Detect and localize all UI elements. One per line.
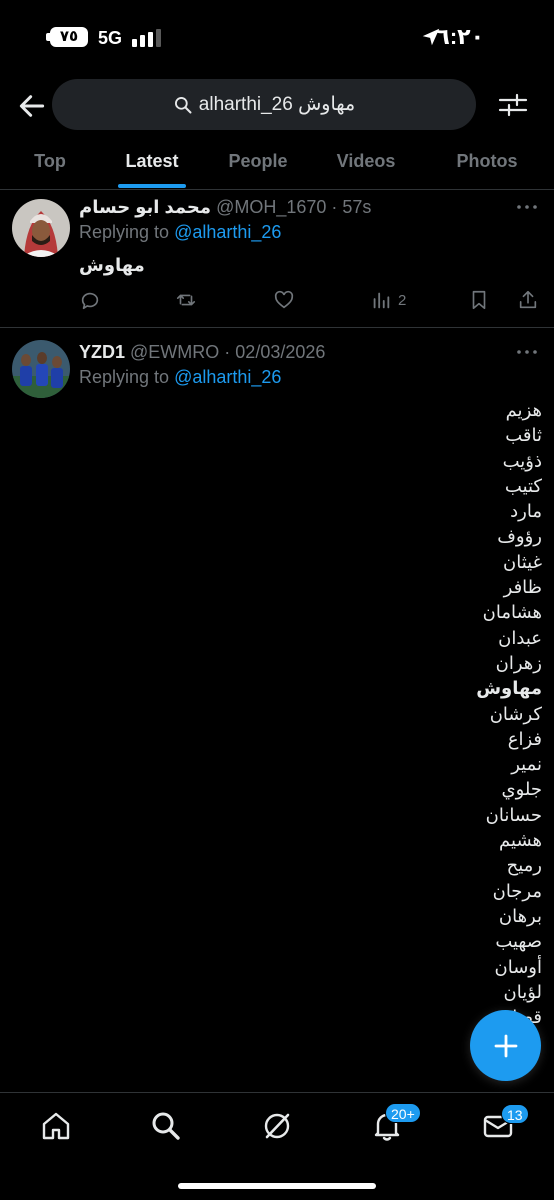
replying-label: Replying to	[79, 367, 175, 387]
clock: ٦:٢٠	[436, 24, 484, 49]
avatar[interactable]	[12, 340, 70, 398]
mention-link[interactable]: @alharthi_26	[174, 222, 281, 242]
list-item: برهان	[498, 905, 542, 926]
list-item: هشامان	[482, 602, 542, 623]
display-name[interactable]: محمد ابو حسام	[79, 197, 211, 217]
list-item: صهيب	[495, 931, 542, 952]
share-button[interactable]	[517, 285, 539, 315]
search-input[interactable]: alharthi_26 مهاوش	[52, 79, 476, 130]
filter-settings-icon[interactable]	[498, 90, 528, 120]
list-item: أوسان	[494, 956, 542, 977]
views-button[interactable]: 2	[370, 285, 406, 315]
bookmark-button[interactable]	[468, 285, 490, 315]
tweet-text-list: هزيم ثاقب ذؤيب كتيب مارد رؤوف غيثان ظافر هشامان ع…	[342, 398, 542, 1056]
list-item: ثاقب	[505, 425, 542, 446]
tab-latest[interactable]: Latest	[102, 138, 202, 190]
reply-icon	[81, 292, 99, 310]
replying-to: Replying to @alharthi_26	[79, 222, 281, 243]
avatar[interactable]	[12, 199, 70, 257]
tweet-header: محمد ابو حسام @MOH_1670 · 57s	[79, 197, 371, 218]
handle[interactable]: @EWMRO	[130, 342, 219, 362]
like-button[interactable]	[273, 285, 295, 315]
notifications-badge: 20+	[385, 1103, 421, 1123]
list-item: كتيب	[504, 475, 542, 496]
timestamp[interactable]: 57s	[342, 197, 371, 217]
separator-dot: ·	[326, 197, 343, 217]
search-query: alharthi_26 مهاوش	[198, 94, 356, 115]
list-item: هشيم	[499, 830, 542, 851]
grok-icon[interactable]	[260, 1109, 294, 1143]
heart-icon	[274, 290, 294, 309]
tweet[interactable]: محمد ابو حسام @MOH_1670 · 57s Replying t…	[0, 191, 554, 328]
list-item: عبدان	[498, 627, 542, 648]
network-type: 5G	[98, 28, 123, 48]
share-icon	[519, 290, 537, 309]
list-item: هزيم	[505, 400, 542, 420]
tweet-header: YZD1 @EWMRO · 02/03/2026	[79, 342, 325, 363]
separator-dot: ·	[219, 342, 236, 362]
explore-search-icon[interactable]	[149, 1109, 183, 1143]
plus-icon	[494, 1034, 517, 1057]
list-item: نمير	[511, 754, 542, 775]
list-item: مارد	[510, 501, 542, 522]
replying-to: Replying to @alharthi_26	[79, 367, 281, 388]
mention-link[interactable]: @alharthi_26	[174, 367, 281, 387]
bookmark-icon	[472, 290, 486, 310]
tweet-text: مهاوش	[79, 255, 145, 275]
home-icon[interactable]	[39, 1109, 73, 1143]
reply-button[interactable]	[79, 285, 101, 315]
more-options-icon[interactable]	[516, 203, 538, 211]
handle[interactable]: @MOH_1670	[216, 197, 326, 217]
back-arrow-icon[interactable]	[16, 90, 48, 122]
list-item: غيثان	[503, 551, 542, 572]
battery-indicator: ٧٥	[50, 27, 88, 47]
display-name[interactable]: YZD1	[79, 342, 125, 362]
list-item: ظافر	[503, 577, 542, 598]
tab-videos[interactable]: Videos	[316, 138, 416, 190]
search-tabs: Top Latest People Videos Photos	[0, 138, 554, 190]
list-item: فزاع	[507, 728, 542, 749]
list-item: ذؤيب	[502, 450, 542, 471]
views-icon	[373, 292, 390, 309]
tab-people[interactable]: People	[208, 138, 308, 190]
messages-badge: 13	[501, 1104, 529, 1124]
views-count: 2	[398, 291, 407, 309]
home-indicator	[178, 1183, 376, 1189]
status-bar: ٧٥ 5G ٦:٢٠	[0, 0, 554, 72]
list-item: حسانان	[485, 804, 542, 825]
tab-photos[interactable]: Photos	[432, 138, 542, 190]
list-item: لؤيان	[503, 981, 543, 1002]
signal-icon	[132, 29, 161, 47]
repost-button[interactable]	[175, 285, 197, 315]
compose-button[interactable]	[470, 1010, 541, 1081]
list-item: جلوي	[501, 779, 542, 800]
list-item: رؤوف	[497, 526, 542, 547]
repost-icon	[176, 294, 196, 306]
timestamp[interactable]: 02/03/2026	[235, 342, 325, 362]
list-item: مهاوش	[476, 678, 542, 699]
search-icon	[174, 96, 192, 113]
list-item: زهران	[495, 652, 542, 673]
list-item: رميح	[506, 855, 542, 876]
active-tab-indicator	[118, 184, 186, 188]
list-item: مرجان	[492, 880, 542, 901]
tweet-actions: 2	[79, 285, 540, 315]
list-item: كرشان	[489, 703, 542, 724]
tab-top[interactable]: Top	[0, 138, 100, 190]
replying-label: Replying to	[79, 222, 175, 242]
more-options-icon[interactable]	[516, 348, 538, 356]
